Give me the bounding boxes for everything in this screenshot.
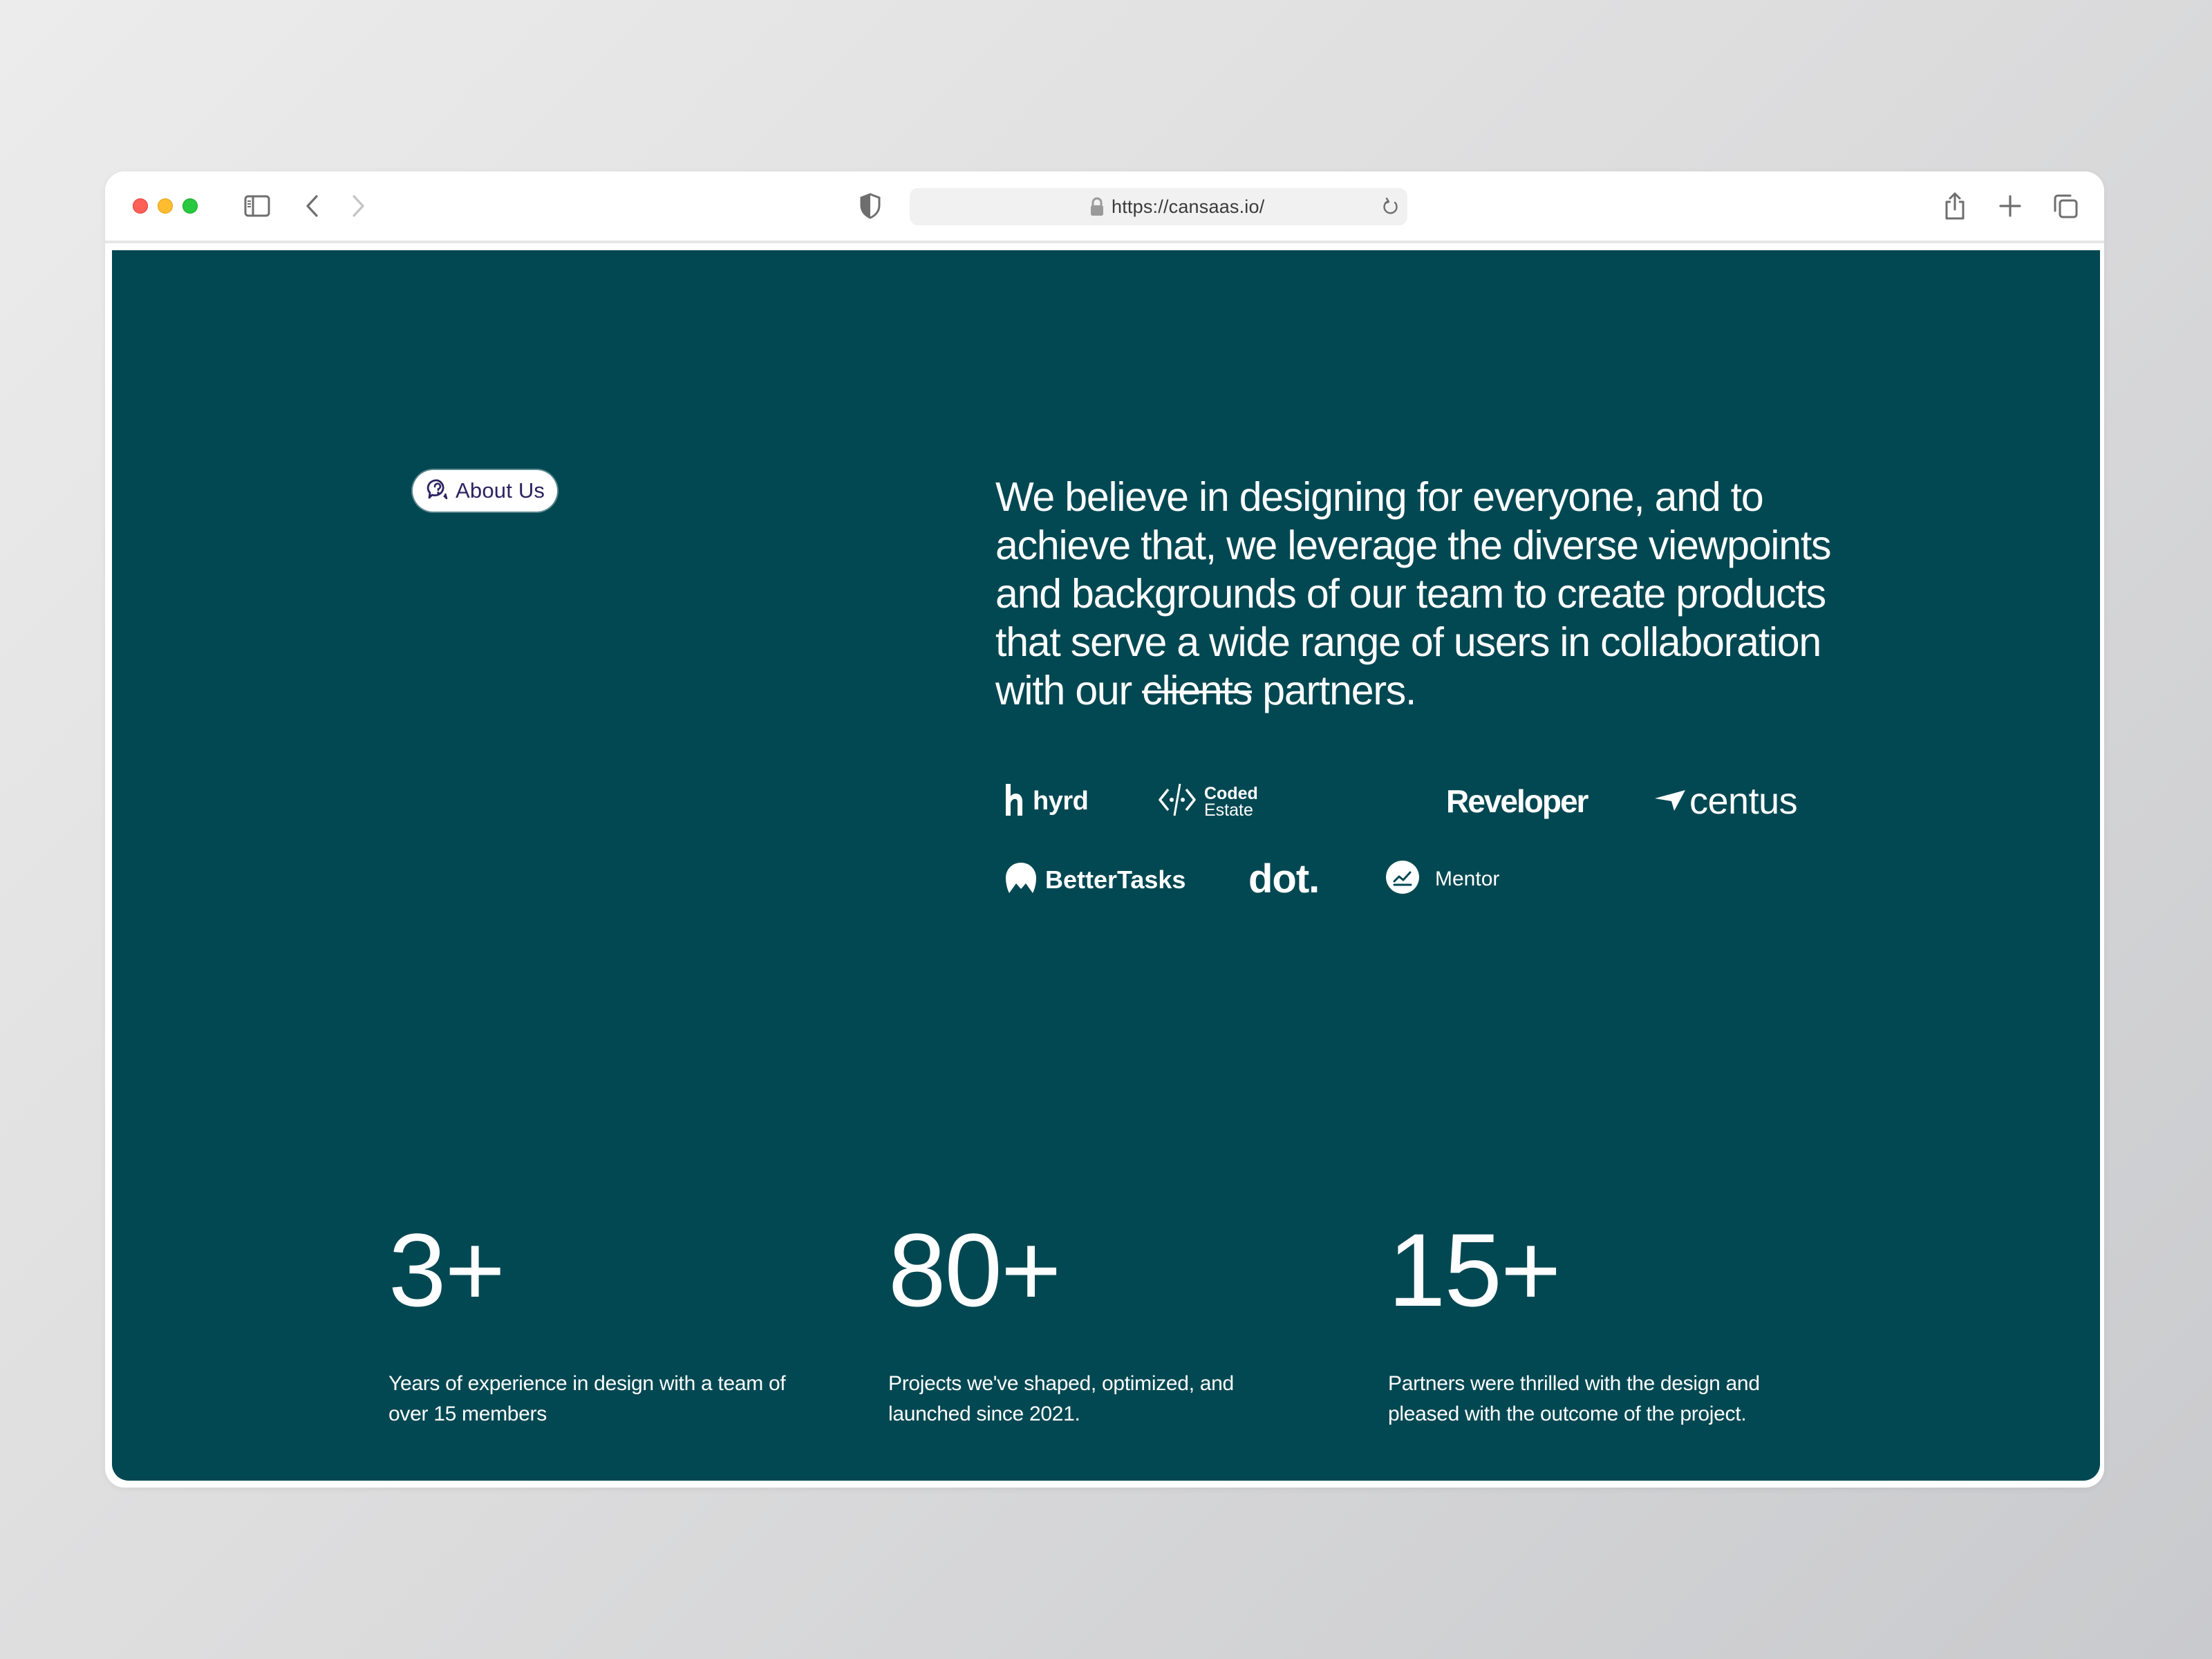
address-bar[interactable]: https://cansaas.io/	[910, 188, 1407, 225]
bettertasks-logo-icon	[1004, 861, 1038, 898]
share-icon[interactable]	[1938, 189, 1971, 223]
question-chat-icon	[427, 478, 449, 504]
mission-headline: We believe in designing for everyone, an…	[995, 473, 1894, 715]
code-brackets-icon	[1156, 781, 1199, 822]
coded-estate-line2: Estate	[1204, 800, 1253, 820]
stat-description: Years of experience in design with a tea…	[388, 1372, 786, 1425]
about-section: About Us We believe in designing for eve…	[112, 250, 2100, 1481]
partner-logo-hyrd: hyrd	[1004, 782, 1089, 821]
partner-logo-dot: dot.	[1248, 856, 1320, 901]
trend-chart-icon	[1385, 860, 1420, 898]
coded-estate-line1: Coded	[1204, 783, 1258, 803]
stat-value: 80+	[888, 1212, 1061, 1328]
minimize-window-button[interactable]	[158, 198, 173, 214]
stat-value: 15+	[1388, 1212, 1561, 1328]
partner-logo-centus: centus	[1653, 780, 1798, 823]
partner-logo-mentor: Mentor	[1385, 860, 1499, 898]
about-us-label: About Us	[456, 478, 545, 503]
headline-struck-word: clients	[1142, 668, 1253, 713]
partner-logo-coded-estate: Coded Estate	[1156, 781, 1258, 822]
stat-value: 3+	[388, 1212, 505, 1328]
browser-toolbar: https://cansaas.io/	[105, 171, 2104, 241]
partner-logo-bettertasks: BetterTasks	[1004, 861, 1185, 898]
zoom-window-button[interactable]	[182, 198, 198, 214]
close-window-button[interactable]	[133, 198, 148, 214]
plus-icon[interactable]	[1994, 189, 2027, 223]
lock-icon	[1089, 197, 1105, 220]
about-us-badge[interactable]: About Us	[413, 470, 558, 512]
browser-window: https://cansaas.io/ About Us We believe …	[105, 171, 2104, 1488]
toolbar-divider	[105, 241, 2104, 243]
stat-description: Partners were thrilled with the design a…	[1388, 1372, 1760, 1425]
headline-text-end: partners.	[1252, 668, 1416, 713]
url-text[interactable]: https://cansaas.io/	[1112, 188, 1264, 225]
shield-icon[interactable]	[859, 192, 882, 223]
sidebar-icon[interactable]	[241, 189, 274, 223]
chevron-right-icon[interactable]	[341, 189, 375, 223]
tabs-overview-icon[interactable]	[2049, 189, 2082, 223]
hyrd-logo-icon	[1004, 782, 1024, 821]
centus-wing-icon	[1653, 786, 1687, 817]
chevron-left-icon[interactable]	[296, 189, 329, 223]
partner-logo-reveloper: Reveloper	[1446, 783, 1588, 819]
reload-icon[interactable]	[1381, 197, 1400, 220]
stat-description: Projects we've shaped, optimized, and la…	[888, 1372, 1234, 1425]
